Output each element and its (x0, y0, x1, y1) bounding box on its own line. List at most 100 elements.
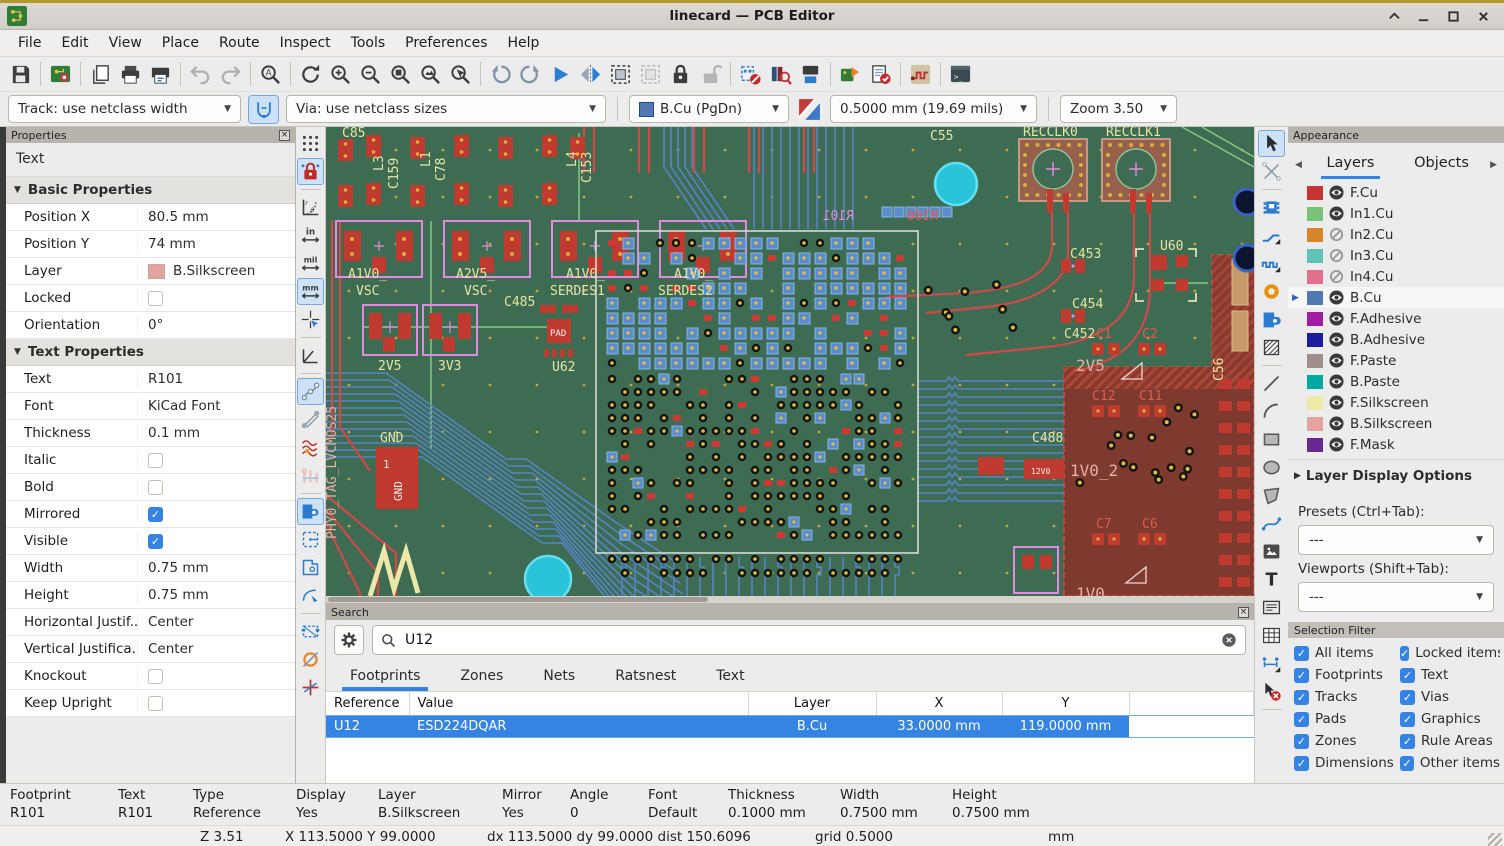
checkbox[interactable]: ✓ (1400, 712, 1415, 727)
checkbox[interactable]: ✓ (1400, 668, 1415, 683)
canvas-horizontal-scrollbar[interactable] (326, 596, 1254, 603)
property-value[interactable]: B.Silkscreen (173, 263, 255, 279)
layer-row-f-cu[interactable]: F.Cu (1288, 182, 1504, 203)
ungroup-button[interactable] (636, 60, 665, 89)
property-value[interactable]: Center (148, 614, 193, 630)
rotate-cw-button[interactable] (516, 60, 545, 89)
filter-other-items[interactable]: ✓Other items (1400, 755, 1500, 771)
filter-zones[interactable]: ✓Zones (1294, 733, 1400, 749)
layer-row-in3-cu[interactable]: In3.Cu (1288, 245, 1504, 266)
zone-curve-button[interactable] (297, 582, 324, 609)
search-settings-button[interactable] (334, 625, 364, 655)
tune-length-button[interactable] (1258, 250, 1285, 277)
flip-board-button[interactable] (546, 60, 575, 89)
library-browser-button[interactable] (766, 60, 795, 89)
rotate-ccw-button[interactable] (486, 60, 515, 89)
checkbox[interactable] (148, 291, 163, 306)
resize-grip[interactable] (1488, 833, 1502, 846)
layer-row-in1-cu[interactable]: In1.Cu (1288, 203, 1504, 224)
place-image-button[interactable] (1258, 538, 1285, 565)
viewports-dropdown[interactable]: ---▼ (1298, 582, 1494, 612)
property-value[interactable]: Center (148, 641, 193, 657)
draw-bezier-button[interactable] (1258, 510, 1285, 537)
visibility-eye-icon[interactable] (1329, 416, 1344, 431)
column-header-x[interactable]: X (876, 692, 1002, 716)
property-value[interactable]: KiCad Font (148, 398, 221, 414)
clear-search-icon[interactable] (1221, 632, 1237, 648)
layer-color-swatch[interactable] (1307, 207, 1323, 221)
property-value[interactable]: 80.5 mm (148, 209, 209, 225)
visibility-hidden-icon[interactable] (1329, 227, 1344, 242)
drc-button[interactable] (866, 60, 895, 89)
zoom-objects-button[interactable] (416, 60, 445, 89)
layer-row-f-silkscreen[interactable]: F.Silkscreen (1288, 392, 1504, 413)
section-header[interactable]: ▼Basic Properties (6, 177, 295, 204)
rule-area-button[interactable] (1258, 334, 1285, 361)
checkbox[interactable]: ✓ (1400, 690, 1415, 705)
visibility-eye-icon[interactable] (1329, 185, 1344, 200)
visibility-eye-icon[interactable] (1329, 290, 1344, 305)
tab-layers[interactable]: Layers (1305, 151, 1396, 179)
draw-line-button[interactable] (1258, 370, 1285, 397)
visibility-eye-icon[interactable] (1329, 437, 1344, 452)
zoom-selection-button[interactable] (446, 60, 475, 89)
layer-row-f-mask[interactable]: F.Mask (1288, 434, 1504, 455)
layer-color-swatch[interactable] (1307, 333, 1323, 347)
checkbox[interactable]: ✓ (148, 534, 163, 549)
layer-color-swatch[interactable] (1307, 291, 1323, 305)
filter-footprints[interactable]: ✓Footprints (1294, 667, 1400, 683)
draw-rect-button[interactable] (1258, 426, 1285, 453)
layer-color-swatch[interactable] (1307, 417, 1323, 431)
tab-objects[interactable]: Objects (1396, 151, 1487, 179)
units-mil-button[interactable]: mil (297, 250, 324, 277)
zone-dashed-button[interactable] (297, 526, 324, 553)
search-tab-ratsnest[interactable]: Ratsnest (613, 663, 678, 691)
checkbox[interactable]: ✓ (1294, 756, 1309, 771)
delete-tool-button[interactable] (1258, 678, 1285, 705)
layer-row-b-paste[interactable]: B.Paste (1288, 371, 1504, 392)
board-setup-button[interactable] (46, 60, 75, 89)
search-zoom-button[interactable]: A (256, 60, 285, 89)
draw-polygon-button[interactable] (1258, 482, 1285, 509)
zone-outline-button[interactable] (297, 554, 324, 581)
visibility-hidden-icon[interactable] (1329, 248, 1344, 263)
zoom-out-button[interactable] (356, 60, 385, 89)
crosshair-button[interactable] (297, 306, 324, 333)
save-button[interactable] (6, 60, 35, 89)
filter-tracks[interactable]: ✓Tracks (1294, 689, 1400, 705)
checkbox[interactable] (148, 696, 163, 711)
menu-item-place[interactable]: Place (152, 32, 209, 54)
search-tab-nets[interactable]: Nets (541, 663, 577, 691)
dimension-button[interactable] (1258, 650, 1285, 677)
checkbox[interactable]: ✓ (1294, 668, 1309, 683)
place-textbox-button[interactable] (1258, 594, 1285, 621)
units-mm-button[interactable]: mm (297, 278, 324, 305)
layer-color-swatch[interactable] (1307, 354, 1323, 368)
layer-color-swatch[interactable] (1307, 312, 1323, 326)
menu-item-view[interactable]: View (99, 32, 152, 54)
fp-dashed-button[interactable] (297, 618, 324, 645)
draw-arc-button[interactable] (1258, 398, 1285, 425)
place-via-button[interactable] (1258, 278, 1285, 305)
close-button[interactable] (1476, 9, 1490, 23)
group-button[interactable] (606, 60, 635, 89)
layer-row-b-adhesive[interactable]: B.Adhesive (1288, 329, 1504, 350)
layer-row-b-cu[interactable]: ▶B.Cu (1288, 287, 1504, 308)
close-icon[interactable]: × (279, 130, 290, 141)
layer-row-in2-cu[interactable]: In2.Cu (1288, 224, 1504, 245)
zone-filled-button[interactable] (297, 498, 324, 525)
menu-item-tools[interactable]: Tools (341, 32, 396, 54)
checkbox[interactable]: ✓ (1294, 646, 1309, 661)
visibility-eye-icon[interactable] (1329, 206, 1344, 221)
pcb-canvas[interactable]: C85L3C159L1C78L4C153C55RECCLK0RECCLK1A1V… (326, 127, 1254, 603)
via-size-dropdown[interactable]: Via: use netclass sizes▼ (286, 95, 606, 123)
filter-pads[interactable]: ✓Pads (1294, 711, 1400, 727)
tabs-scroll-right-icon[interactable]: ▶ (1487, 160, 1500, 170)
axes-button[interactable] (297, 342, 324, 369)
zoom-in-button[interactable] (326, 60, 355, 89)
close-icon[interactable]: × (1238, 607, 1249, 618)
visibility-eye-icon[interactable] (1329, 395, 1344, 410)
menu-item-inspect[interactable]: Inspect (270, 32, 341, 54)
layer-display-options[interactable]: ▶Layer Display Options (1288, 459, 1504, 492)
layer-color-swatch[interactable] (1307, 249, 1323, 263)
